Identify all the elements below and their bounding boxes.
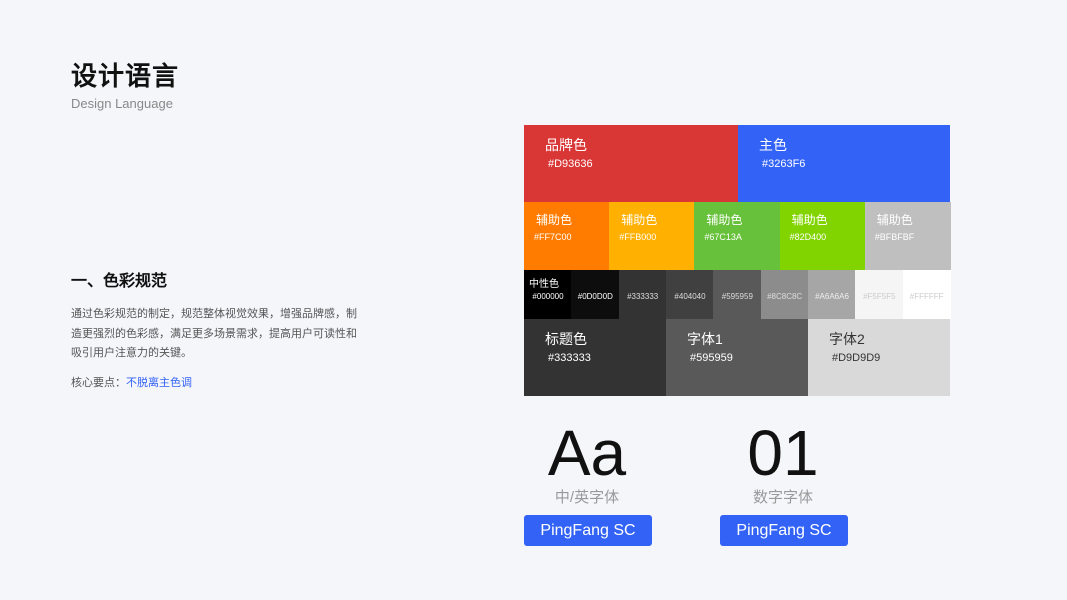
section-description: 通过色彩规范的制定，规范整体视觉效果，增强品牌感，制造更强烈的色彩感，满足更多场… xyxy=(71,308,357,359)
page-subtitle: Design Language xyxy=(71,96,173,111)
font-name-badge: PingFang SC xyxy=(524,515,652,546)
swatch-neutral: #F5F5F5 xyxy=(855,270,904,319)
swatch-name: 辅助色 xyxy=(876,213,913,227)
swatch-text-color: 字体2 #D9D9D9 xyxy=(808,319,950,396)
swatch-neutral: #404040 xyxy=(666,270,714,319)
font-usage-label: 中/英字体 xyxy=(554,489,620,506)
swatch-hex: #BFBFBF xyxy=(874,232,915,242)
swatch-name: 辅助色 xyxy=(621,213,658,227)
swatch-neutral: #333333 xyxy=(618,270,667,319)
swatch-hex: #FFB000 xyxy=(619,232,657,242)
swatch-auxiliary: 辅助色 #FFB000 xyxy=(609,202,696,270)
font-sample: Aa xyxy=(547,417,627,489)
swatch-hex: #F5F5F5 xyxy=(863,292,896,301)
swatch-name: 辅助色 xyxy=(536,213,573,227)
swatch-hex: #0D0D0D xyxy=(577,292,613,301)
swatch-text-color: 标题色 #333333 xyxy=(524,319,666,396)
swatch-name: 辅助色 xyxy=(791,213,828,227)
swatch-auxiliary: 辅助色 #82D400 xyxy=(779,202,866,270)
neutral-label: 中性色 xyxy=(529,279,559,290)
swatch-auxiliary: 辅助色 #FF7C00 xyxy=(524,202,610,270)
swatch-hex: #8C8C8C xyxy=(767,292,803,301)
swatch-neutral: #0D0D0D xyxy=(571,270,620,319)
swatch-neutral: #000000 中性色 xyxy=(524,270,572,319)
page-title: 设计语言 xyxy=(71,61,180,91)
key-point-value: 不脱离主色调 xyxy=(126,377,192,389)
swatch-hex: #82D400 xyxy=(789,232,827,242)
key-point-label: 核心要点： xyxy=(71,377,126,389)
swatch-hex: #FF7C00 xyxy=(534,232,572,242)
swatch-neutral: #8C8C8C xyxy=(760,270,809,319)
swatch-hex: #404040 xyxy=(674,292,706,301)
swatch-hex: #333333 xyxy=(627,292,659,301)
swatch-name: 字体1 xyxy=(687,331,723,347)
swatch-name: 主色 xyxy=(759,137,787,153)
swatch-neutral: #595959 xyxy=(713,270,762,319)
swatch-hex: #FFFFFF xyxy=(909,292,944,301)
swatch-name: 辅助色 xyxy=(706,213,743,227)
swatch-hex: #595959 xyxy=(690,352,733,364)
swatch-primary: 主色 #3263F6 xyxy=(738,125,950,202)
swatch-name: 标题色 xyxy=(545,331,587,347)
font-sample: 01 xyxy=(747,417,819,489)
section-title: 一、色彩规范 xyxy=(71,273,168,290)
swatch-hex: #333333 xyxy=(548,352,591,364)
swatch-hex: #595959 xyxy=(721,292,753,301)
swatch-text-color: 字体1 #595959 xyxy=(666,319,808,396)
swatch-hex: #A6A6A6 xyxy=(815,292,849,301)
swatch-neutral: #A6A6A6 xyxy=(808,270,856,319)
swatch-name: 字体2 xyxy=(829,331,865,347)
font-name-badge: PingFang SC xyxy=(720,515,848,546)
swatch-hex: #D9D9D9 xyxy=(832,352,881,364)
swatch-auxiliary: 辅助色 #67C13A xyxy=(694,202,781,270)
swatch-auxiliary: 辅助色 #BFBFBF xyxy=(864,202,951,270)
swatch-hex: #D93636 xyxy=(548,158,593,170)
swatch-neutral: #FFFFFF xyxy=(902,270,951,319)
swatch-name: 品牌色 xyxy=(545,137,587,153)
swatch-hex: #67C13A xyxy=(704,232,742,242)
key-point: 核心要点：不脱离主色调 xyxy=(71,374,192,390)
font-usage-label: 数字字体 xyxy=(752,489,813,506)
swatch-brand: 品牌色 #D93636 xyxy=(524,125,738,202)
swatch-hex: #000000 xyxy=(532,292,564,301)
swatch-hex: #3263F6 xyxy=(762,158,806,170)
